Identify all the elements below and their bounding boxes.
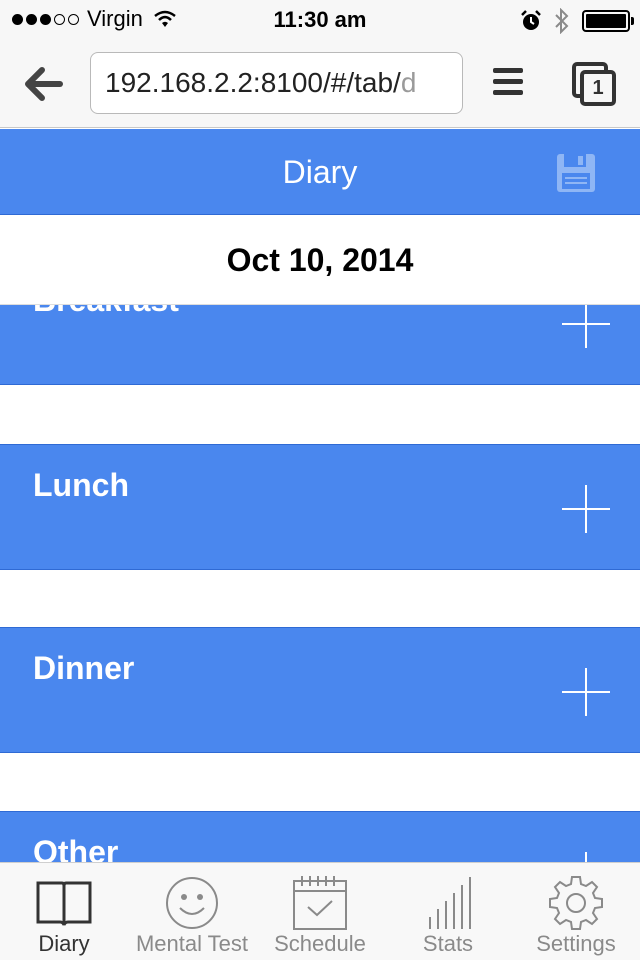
- bluetooth-icon: [555, 8, 569, 34]
- menu-button[interactable]: [488, 68, 528, 104]
- add-icon[interactable]: [562, 668, 610, 716]
- add-icon[interactable]: [562, 852, 610, 862]
- tab-schedule[interactable]: Schedule: [256, 863, 384, 960]
- tab-label: Schedule: [274, 931, 366, 956]
- diary-content[interactable]: Breakfast Lunch Dinner Other: [0, 216, 640, 862]
- alarm-icon: [521, 10, 541, 30]
- url-text-faded: d: [400, 67, 417, 98]
- tab-stats[interactable]: Stats: [384, 863, 512, 960]
- save-icon[interactable]: [556, 153, 596, 193]
- back-button[interactable]: [20, 62, 68, 106]
- tab-diary[interactable]: Diary: [0, 863, 128, 960]
- meal-section-dinner[interactable]: Dinner: [0, 627, 640, 753]
- calendar-icon: [293, 876, 347, 930]
- url-field[interactable]: 192.168.2.2:8100/#/tab/d: [90, 52, 463, 114]
- tab-settings[interactable]: Settings: [512, 863, 640, 960]
- battery-icon: [582, 10, 634, 32]
- smiley-icon: [166, 877, 218, 929]
- tab-label: Mental Test: [135, 931, 249, 956]
- browser-toolbar: 192.168.2.2:8100/#/tab/d 1: [0, 40, 640, 128]
- tab-mental-test[interactable]: Mental Test: [128, 863, 256, 960]
- add-icon[interactable]: [562, 485, 610, 533]
- status-bar: Virgin 11:30 am: [0, 0, 640, 40]
- tab-bar: Diary Mental Test Schedule Stats Setting…: [0, 862, 640, 960]
- meal-label: Other: [33, 834, 119, 862]
- meal-label: Dinner: [33, 650, 135, 686]
- tab-label: Settings: [536, 931, 616, 956]
- meal-label: Lunch: [33, 467, 129, 503]
- tabs-count: 1: [580, 70, 616, 106]
- page-title: Diary: [282, 154, 358, 190]
- gear-icon: [549, 876, 603, 930]
- meal-section-lunch[interactable]: Lunch: [0, 444, 640, 570]
- back-arrow-icon: [25, 67, 63, 101]
- url-text: 192.168.2.2:8100/#/tab/: [105, 67, 401, 98]
- app-header: Diary: [0, 129, 640, 215]
- stats-icon: [429, 877, 471, 929]
- book-icon: [36, 881, 92, 926]
- add-icon[interactable]: [562, 300, 610, 348]
- date-display[interactable]: Oct 10, 2014: [0, 216, 640, 304]
- tabs-button[interactable]: 1: [570, 60, 620, 110]
- tab-label: Stats: [422, 931, 474, 956]
- meal-section-other[interactable]: Other: [0, 811, 640, 862]
